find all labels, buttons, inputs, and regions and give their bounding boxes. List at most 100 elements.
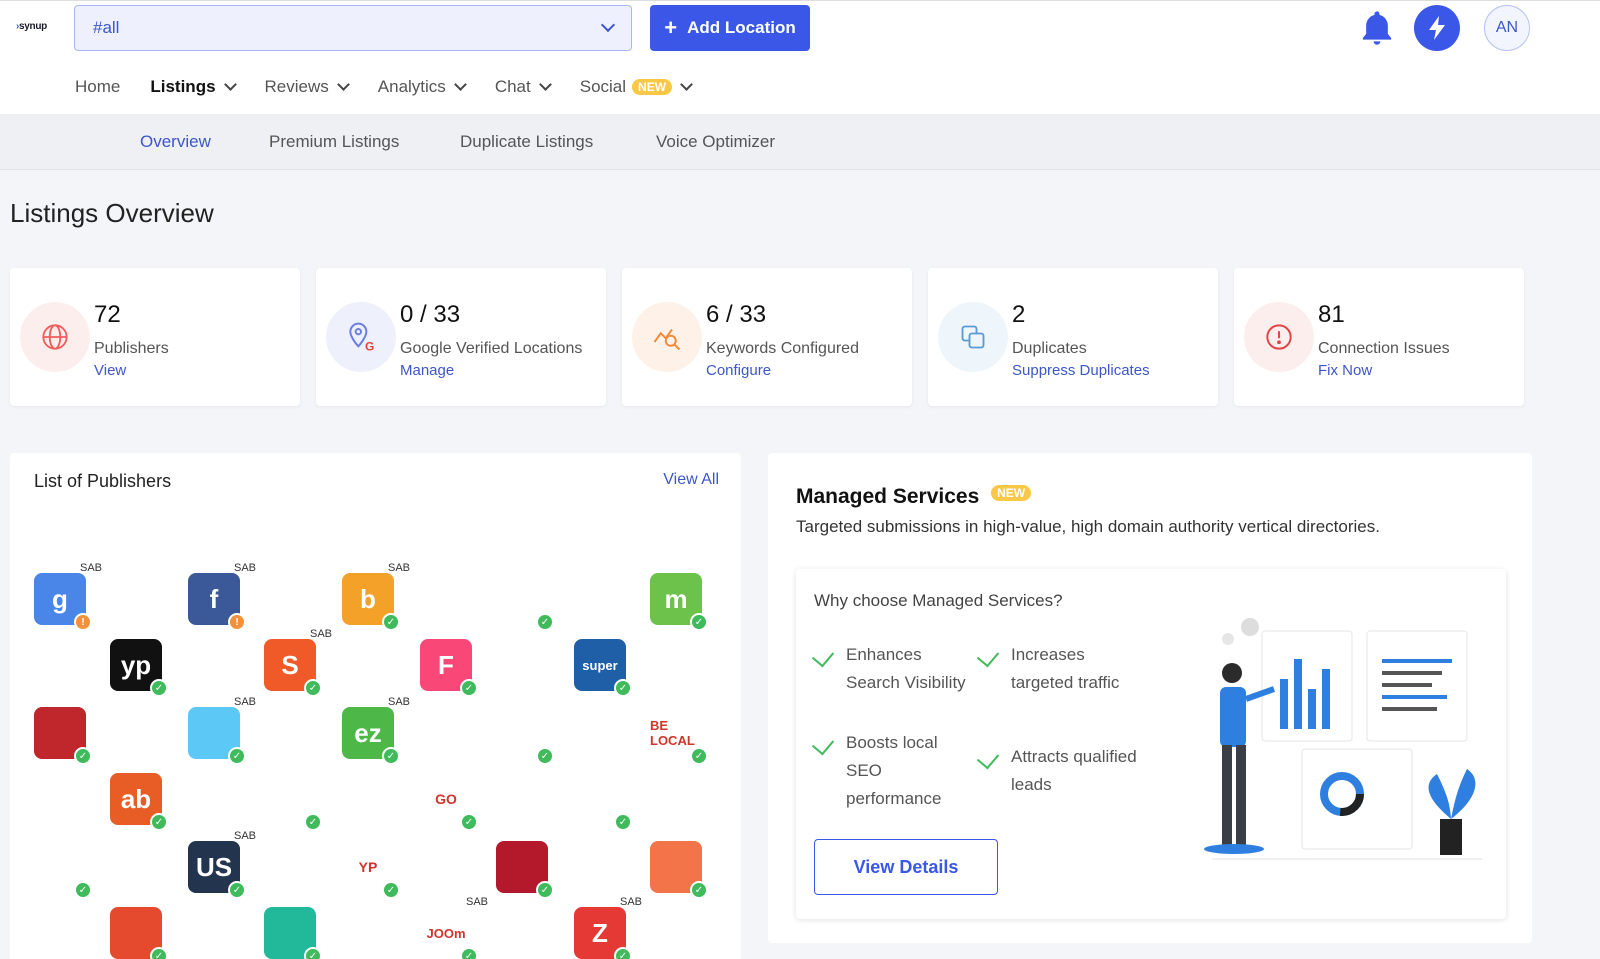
publisher-google-logo[interactable]: g SAB! [34,562,102,631]
location-select[interactable]: #all [74,5,632,51]
page-title: Listings Overview [10,198,214,228]
add-location-button[interactable]: + Add Location [650,5,810,51]
publishers-panel: List of Publishers View All g SAB! f SAB! b S… [10,453,741,959]
stat-value: 0 / 33 [400,301,461,328]
publisher-judysbook-logo[interactable]: S SAB ✓ [264,628,332,697]
svg-text:G: G [365,339,374,353]
tab-voice-optimizer[interactable]: Voice Optimizer [656,132,775,152]
publisher-be-local-focused-logo[interactable]: BE LOCAL ✓ [650,707,708,765]
publisher-moz-logo[interactable]: m ✓ [650,573,708,631]
tab-duplicate-listings[interactable]: Duplicate Listings [460,132,593,152]
view-all-link[interactable]: View All [663,471,719,489]
benefit-item: Boosts local SEO performance [811,729,976,813]
sab-label: SAB [387,696,410,708]
check-badge-icon: ✓ [460,679,478,697]
publisher-citymaps-logo[interactable]: ✓ [264,773,322,831]
publisher-maps-pin-logo[interactable]: ✓ [264,907,322,959]
stat-value: 81 [1318,301,1345,328]
check-badge-icon: ✓ [536,881,554,899]
configure-link[interactable]: Configure [706,362,771,379]
main-nav: Home Listings Reviews Analytics Chat Soc… [75,77,721,97]
publisher-chamber-logo[interactable]: SAB ✓ [188,696,256,765]
nav-chat[interactable]: Chat [495,77,552,97]
nav-home[interactable]: Home [75,77,120,97]
publisher-smart-business-logo[interactable]: ✓ [34,841,92,899]
user-avatar[interactable]: AN [1484,5,1530,51]
chevron-down-icon [538,78,552,91]
publishers-panel-title: List of Publishers [34,471,172,491]
new-badge: NEW [991,485,1032,501]
tab-premium-listings[interactable]: Premium Listings [269,132,399,152]
publisher-us-city-logo[interactable]: US SAB ✓ [188,830,256,899]
suppress-duplicates-link[interactable]: Suppress Duplicates [1012,362,1150,379]
check-badge-icon: ✓ [304,947,322,959]
check-badge-icon: ✓ [690,747,708,765]
chevron-down-icon [223,78,237,91]
sab-label: SAB [79,562,102,574]
bell-icon[interactable] [1357,8,1397,48]
nav-listings[interactable]: Listings [150,77,237,97]
stat-value: 2 [1012,301,1026,328]
top-bar: ›synup #all + Add Location AN Home Listi… [0,0,1600,114]
stat-label: Duplicates [1012,340,1087,357]
benefit-item: Increases targeted traffic [976,641,1141,697]
sab-label: SAB [233,696,256,708]
nav-reviews[interactable]: Reviews [265,77,350,97]
publisher-merchant-circle-logo[interactable]: ✓ [34,707,92,765]
publisher-joom-local-logo[interactable]: JOOm SAB ✓ [420,896,488,959]
managed-services-title: Managed Services NEW [796,485,1032,509]
publisher-superpages-logo[interactable]: super ✓ [574,639,632,697]
publisher-find-local-logo[interactable]: ✓ [574,773,632,831]
sab-label: SAB [233,562,256,574]
chevron-down-icon [453,78,467,91]
sab-label: SAB [465,896,488,908]
check-badge-icon: ✓ [150,947,168,959]
warning-badge-icon: ! [74,613,92,631]
check-icon [811,644,835,668]
check-badge-icon: ✓ [690,613,708,631]
check-badge-icon: ✓ [690,881,708,899]
lightning-icon [1429,16,1445,40]
view-publishers-link[interactable]: View [94,362,126,379]
publisher-apple-logo[interactable]: ✓ [496,573,554,631]
publisher-yp-listing-logo[interactable]: YP ✓ [342,841,400,899]
manage-link[interactable]: Manage [400,362,454,379]
publisher-cylex-logo[interactable]: ✓ [650,841,708,899]
tab-overview[interactable]: Overview [140,132,211,152]
publisher-bing-logo[interactable]: b SAB ✓ [342,562,410,631]
publisher-facebook-logo[interactable]: f SAB! [188,562,256,631]
check-badge-icon: ✓ [536,613,554,631]
check-badge-icon: ✓ [150,813,168,831]
fix-now-link[interactable]: Fix Now [1318,362,1372,379]
chevron-down-icon [336,78,350,91]
sab-label: SAB [387,562,410,574]
synup-logo[interactable]: ›synup [16,21,47,32]
stat-card-keywords: 6 / 33 Keywords Configured Configure [622,268,912,406]
stat-card-connection-issues: 81 Connection Issues Fix Now [1234,268,1524,406]
publisher-zip-logo[interactable]: Z SAB ✓ [574,896,642,959]
stat-card-duplicates: 2 Duplicates Suppress Duplicates [928,268,1218,406]
publisher-citysquares-logo[interactable]: ✓ [496,707,554,765]
publisher-n49-logo[interactable]: ✓ [110,907,168,959]
view-details-button[interactable]: View Details [814,839,998,895]
globe-icon [20,302,90,372]
publisher-abilogic-logo[interactable]: ab ✓ [110,773,168,831]
stat-label: Connection Issues [1318,340,1450,357]
publisher-ezlocal-logo[interactable]: ez SAB ✓ [342,696,410,765]
publisher-golocal247-logo[interactable]: GO ✓ [420,773,478,831]
managed-services-panel: Managed Services NEW Targeted submission… [768,453,1532,943]
stat-label: Keywords Configured [706,340,859,357]
check-badge-icon: ✓ [614,813,632,831]
stat-value: 6 / 33 [706,301,767,328]
nav-analytics[interactable]: Analytics [378,77,467,97]
quick-actions-button[interactable] [1414,5,1460,51]
publisher-bizmetron-logo[interactable]: ✓ [496,841,554,899]
new-badge: NEW [632,79,673,95]
publisher-yellow-pages-logo[interactable]: yp ✓ [110,639,168,697]
nav-social[interactable]: Social NEW [580,77,693,97]
publisher-foursquare-logo[interactable]: F ✓ [420,639,478,697]
analytics-illustration [1204,618,1482,860]
sab-label: SAB [233,830,256,842]
check-badge-icon: ✓ [536,747,554,765]
check-badge-icon: ✓ [614,947,632,959]
